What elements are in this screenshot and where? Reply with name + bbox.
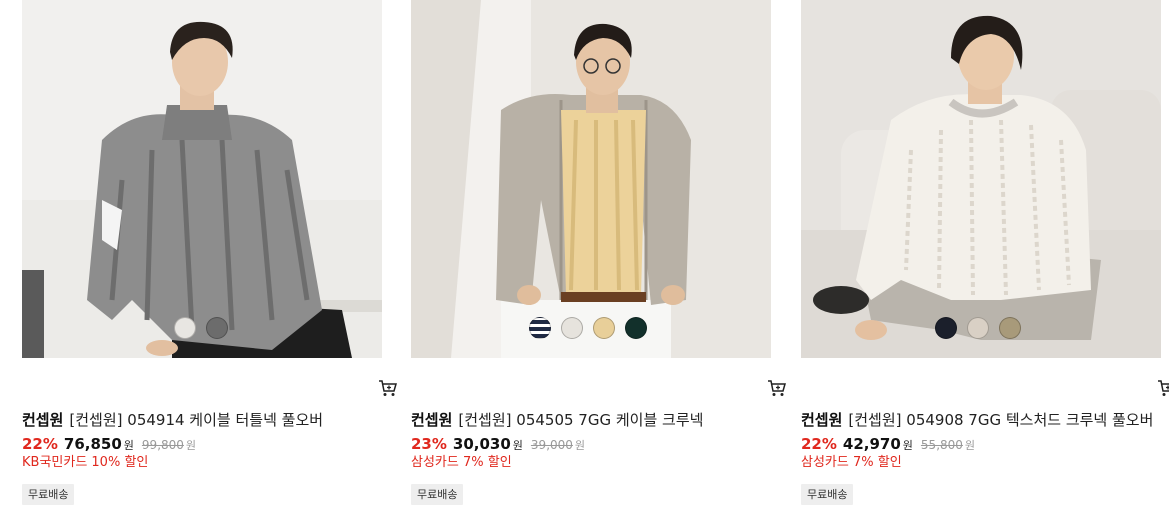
price-info: 22% 76,850 원 99,800 원 bbox=[22, 435, 196, 455]
color-swatch[interactable] bbox=[206, 317, 228, 339]
discount-rate: 22% bbox=[801, 435, 837, 453]
brand-name[interactable]: 컨셉원 bbox=[801, 411, 842, 429]
color-swatch[interactable] bbox=[999, 317, 1021, 339]
product-image[interactable] bbox=[411, 0, 771, 358]
card-discount-info: 삼성카드 7% 할인 bbox=[801, 455, 902, 470]
color-swatch[interactable] bbox=[935, 317, 957, 339]
product-name[interactable]: [컨셉원] 054914 케이블 터틀넥 풀오버 bbox=[69, 411, 323, 429]
original-price: 39,000 bbox=[530, 438, 573, 452]
color-swatches bbox=[174, 317, 228, 341]
cart-icon bbox=[768, 380, 786, 396]
color-swatches bbox=[935, 317, 1021, 341]
color-swatches bbox=[529, 317, 647, 341]
product-name[interactable]: [컨셉원] 054908 7GG 텍스처드 크루넥 풀오버 bbox=[848, 411, 1153, 429]
currency-unit: 원 bbox=[964, 439, 976, 452]
price-info: 22% 42,970 원 55,800 원 bbox=[801, 435, 975, 455]
free-shipping-badge: 무료배송 bbox=[411, 484, 464, 505]
product-card[interactable]: 컨셉원 [컨셉원] 054505 7GG 케이블 크루넥 23% 30,030 원… bbox=[411, 0, 786, 519]
color-swatch[interactable] bbox=[967, 317, 989, 339]
color-swatch[interactable] bbox=[593, 317, 615, 339]
currency-unit: 원 bbox=[512, 439, 523, 452]
color-swatch[interactable] bbox=[625, 317, 647, 339]
product-name[interactable]: [컨셉원] 054505 7GG 케이블 크루넥 bbox=[458, 411, 703, 429]
color-swatch[interactable] bbox=[174, 317, 196, 339]
card-discount-info: KB국민카드 10% 할인 bbox=[22, 455, 149, 470]
cart-icon bbox=[1158, 380, 1169, 396]
discount-rate: 23% bbox=[411, 435, 447, 453]
currency-unit: 원 bbox=[902, 439, 913, 452]
color-swatch[interactable] bbox=[561, 317, 583, 339]
product-title[interactable]: 컨셉원 [컨셉원] 054505 7GG 케이블 크루넥 bbox=[411, 410, 791, 430]
product-title[interactable]: 컨셉원 [컨셉원] 054914 케이블 터틀넥 풀오버 bbox=[22, 410, 402, 430]
free-shipping-badge: 무료배송 bbox=[22, 484, 75, 505]
cart-icon bbox=[379, 380, 397, 396]
sale-price: 30,030 bbox=[452, 435, 511, 453]
sale-price: 42,970 bbox=[842, 435, 901, 453]
add-to-cart-button[interactable] bbox=[378, 378, 398, 398]
currency-unit: 원 bbox=[574, 439, 586, 452]
product-card[interactable]: 컨셉원 [컨셉원] 054908 7GG 텍스처드 크루넥 풀오버 22% 42,… bbox=[801, 0, 1169, 519]
product-title[interactable]: 컨셉원 [컨셉원] 054908 7GG 텍스처드 크루넥 풀오버 bbox=[801, 410, 1169, 430]
discount-rate: 22% bbox=[22, 435, 58, 453]
currency-unit: 원 bbox=[123, 439, 134, 452]
original-price: 55,800 bbox=[920, 438, 963, 452]
price-info: 23% 30,030 원 39,000 원 bbox=[411, 435, 585, 455]
free-shipping-badge: 무료배송 bbox=[801, 484, 854, 505]
color-swatch[interactable] bbox=[529, 317, 551, 339]
sale-price: 76,850 bbox=[63, 435, 122, 453]
currency-unit: 원 bbox=[185, 439, 197, 452]
brand-name[interactable]: 컨셉원 bbox=[22, 411, 63, 429]
product-card[interactable]: 컨셉원 [컨셉원] 054914 케이블 터틀넥 풀오버 22% 76,850 원… bbox=[22, 0, 397, 519]
product-image[interactable] bbox=[22, 0, 382, 358]
add-to-cart-button[interactable] bbox=[767, 378, 787, 398]
product-image[interactable] bbox=[801, 0, 1161, 358]
card-discount-info: 삼성카드 7% 할인 bbox=[411, 455, 512, 470]
add-to-cart-button[interactable] bbox=[1157, 378, 1169, 398]
brand-name[interactable]: 컨셉원 bbox=[411, 411, 452, 429]
original-price: 99,800 bbox=[141, 438, 184, 452]
